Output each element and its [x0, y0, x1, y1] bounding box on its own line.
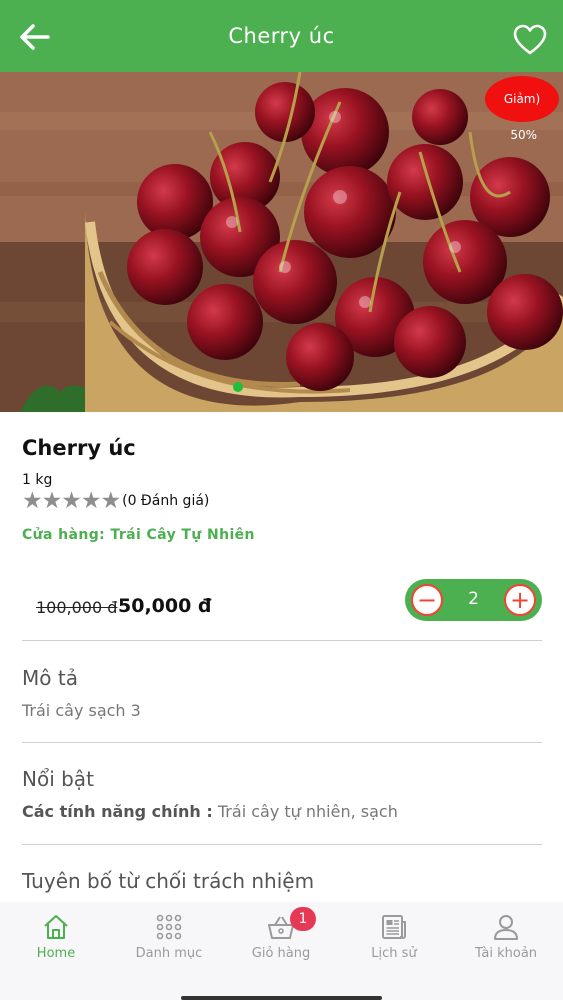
product-image-carousel[interactable]: [0, 72, 563, 412]
store-link[interactable]: Cửa hàng: Trái Cây Tự Nhiên: [22, 527, 255, 543]
discount-badge: Giảm): [485, 76, 559, 122]
nav-home[interactable]: Home: [0, 914, 112, 961]
highlights-title: Nổi bật: [22, 767, 94, 791]
nav-categories-label: Danh mục: [135, 946, 203, 961]
rating-stars: ★★★★★: [22, 488, 121, 514]
sale-price: 50,000 đ: [118, 595, 212, 617]
highlights-value: Trái cây tự nhiên, sạch: [212, 802, 398, 821]
nav-history-label: Lịch sử: [371, 946, 417, 961]
description-title: Mô tả: [22, 666, 78, 690]
quantity-stepper: − 2 +: [405, 579, 542, 621]
home-indicator: [181, 996, 382, 1000]
nav-history[interactable]: Lịch sử: [338, 914, 450, 961]
cherry-basket-image: [0, 72, 563, 412]
original-price: 100,000 đ: [36, 598, 118, 617]
nav-cart-label: Giỏ hàng: [251, 946, 311, 961]
bottom-navigation: Home Danh mục Giỏ hàng Lịch sử Tài khoản: [0, 902, 563, 1000]
product-unit: 1 kg: [22, 472, 53, 488]
divider: [22, 742, 542, 743]
app-bar: Cherry úc: [0, 0, 563, 72]
nav-categories[interactable]: Danh mục: [113, 914, 225, 961]
back-arrow-icon[interactable]: [18, 22, 50, 52]
product-rating: ★★★★★ (0 Đánh giá): [22, 488, 210, 514]
highlights-body: Các tính năng chính : Trái cây tự nhiên,…: [22, 802, 398, 821]
nav-home-label: Home: [36, 946, 76, 961]
disclaimer-title: Tuyên bố từ chối trách nhiệm: [22, 869, 315, 893]
carousel-indicator-dot[interactable]: [233, 382, 243, 392]
highlights-label: Các tính năng chính :: [22, 802, 213, 821]
nav-account-label: Tài khoản: [474, 946, 538, 961]
nav-cart[interactable]: Giỏ hàng: [225, 914, 337, 961]
rating-count-text: (0 Đánh giá): [122, 493, 210, 509]
home-icon: [44, 915, 68, 939]
favorite-heart-icon[interactable]: [513, 24, 547, 56]
page-title: Cherry úc: [228, 24, 335, 48]
product-name: Cherry úc: [22, 436, 136, 460]
divider: [22, 844, 542, 845]
cart-count-badge: 1: [290, 907, 316, 931]
divider: [22, 640, 542, 641]
description-body: Trái cây sạch 3: [22, 701, 141, 720]
discount-percent: 50%: [510, 128, 537, 142]
newspaper-icon: [382, 915, 406, 939]
increase-quantity-button[interactable]: +: [504, 584, 536, 616]
nav-account[interactable]: Tài khoản: [450, 914, 562, 961]
grid-icon: [156, 914, 182, 940]
user-icon: [494, 915, 518, 940]
